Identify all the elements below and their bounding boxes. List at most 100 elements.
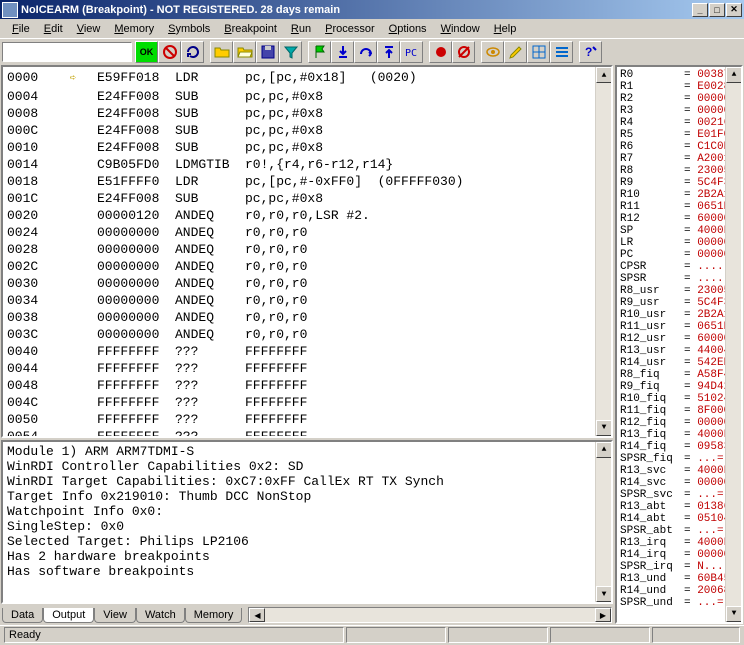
register-row[interactable]: R5= E01FC040 [620,129,738,141]
disasm-row[interactable]: 0048FFFFFFFF???FFFFFFFF [7,377,607,394]
register-row[interactable]: R11_fiq= 8F00C4AA [620,405,738,417]
register-row[interactable]: R7= A20010A0 [620,153,738,165]
help-button[interactable]: ? [579,41,602,63]
run-button[interactable] [308,41,331,63]
disasm-row[interactable]: 0044FFFFFFFF???FFFFFFFF [7,360,607,377]
disasm-row[interactable]: 003800000000ANDEQr0,r0,r0 [7,309,607,326]
filter-button[interactable] [279,41,302,63]
register-row[interactable]: R4= 0021646C [620,117,738,129]
register-row[interactable]: R13_fiq= 4000FFFC [620,429,738,441]
mem-button[interactable] [527,41,550,63]
watch-button[interactable] [481,41,504,63]
register-row[interactable]: SP= 4000FED0 [620,225,738,237]
registers-pane[interactable]: ▲▼ R0= 00387520R1= E0028004R2= 00000000R… [615,65,743,624]
register-row[interactable]: R14_usr= 542ED602 [620,357,738,369]
disasm-row[interactable]: 0018E51FFFF0LDRpc,[pc,#-0xFF0] (0FFFFF03… [7,173,607,190]
register-row[interactable]: R8_fiq= A58F407B [620,369,738,381]
bp-toggle-button[interactable] [429,41,452,63]
register-row[interactable]: R8= 23005168 [620,165,738,177]
output-pane[interactable]: ▲▼ Module 1) ARM ARM7TDMI-SWinRDI Contro… [1,440,613,604]
menu-options[interactable]: Options [383,22,433,36]
disasm-row[interactable]: 002000000120ANDEQr0,r0,r0,LSR #2. [7,207,607,224]
edit-button[interactable] [504,41,527,63]
register-row[interactable]: SPSR_und= ...=....-USR [620,597,738,609]
tab-output[interactable]: Output [43,608,94,623]
disasm-row[interactable]: 002C00000000ANDEQr0,r0,r0 [7,258,607,275]
register-row[interactable]: R9= 5C4F30CA [620,177,738,189]
bp-clear-button[interactable] [452,41,475,63]
menu-run[interactable]: Run [285,22,317,36]
tab-watch[interactable]: Watch [136,608,185,623]
open-button[interactable] [210,41,233,63]
register-row[interactable]: R9_usr= 5C4F30CA [620,297,738,309]
disasm-row[interactable]: 0040FFFFFFFF???FFFFFFFF [7,343,607,360]
scroll-down-button[interactable]: ▼ [596,586,612,602]
menu-file[interactable]: File [6,22,36,36]
maximize-button[interactable]: □ [709,3,725,17]
go-button[interactable]: OK [135,41,158,63]
stop-button[interactable] [158,41,181,63]
register-row[interactable]: R14_und= 20068019 [620,585,738,597]
register-row[interactable]: R12_fiq= 00000064 [620,417,738,429]
register-row[interactable]: R10_usr= 2B2A10B4 [620,309,738,321]
register-row[interactable]: R13_irq= 4000FF98 [620,537,738,549]
scroll-right-button[interactable]: ▶ [595,608,611,622]
register-row[interactable]: SPSR= .........-USR [620,273,738,285]
menu-symbols[interactable]: Symbols [162,22,216,36]
register-row[interactable]: R0= 00387520 [620,69,738,81]
menu-processor[interactable]: Processor [319,22,381,36]
scroll-left-button[interactable]: ◀ [249,608,265,622]
disasm-row[interactable]: 0054FFFFFFFF???FFFFFFFF [7,428,607,438]
scroll-up-button[interactable]: ▲ [596,67,612,83]
reset-button[interactable] [181,41,204,63]
disasm-row[interactable]: 0004E24FF008SUBpc,pc,#0x8 [7,88,607,105]
register-row[interactable]: R8_usr= 23005168 [620,285,738,297]
register-row[interactable]: R13_svc= 4000FED0 [620,465,738,477]
runto-button[interactable]: PC [400,41,423,63]
register-row[interactable]: R12= 60000053 [620,213,738,225]
register-row[interactable]: CPSR= .....-IF.-SVC [620,261,738,273]
disasm-row[interactable]: 000CE24FF008SUBpc,pc,#0x8 [7,122,607,139]
menu-window[interactable]: Window [435,22,486,36]
disasm-row[interactable]: 0014C9B05FD0LDMGTIBr0!,{r4,r6-r12,r14} [7,156,607,173]
register-row[interactable]: R1= E0028004 [620,81,738,93]
register-row[interactable]: R12_usr= 60000053 [620,333,738,345]
hscrollbar[interactable]: ◀▶ [248,607,612,623]
register-row[interactable]: SPSR_fiq= ...=....-USR [620,453,738,465]
register-row[interactable]: PC= 00000000 [620,249,738,261]
register-row[interactable]: R2= 00000000 [620,93,738,105]
regs-button[interactable] [550,41,573,63]
menu-help[interactable]: Help [488,22,523,36]
disasm-row[interactable]: 002800000000ANDEQr0,r0,r0 [7,241,607,258]
register-row[interactable]: R3= 00000000 [620,105,738,117]
menu-breakpoint[interactable]: Breakpoint [218,22,283,36]
open2-button[interactable] [233,41,256,63]
register-row[interactable]: R14_svc= 00000190 [620,477,738,489]
register-row[interactable]: R11_usr= 0651D506 [620,321,738,333]
tab-view[interactable]: View [94,608,136,623]
stepin-button[interactable] [331,41,354,63]
disasm-row[interactable]: 002400000000ANDEQr0,r0,r0 [7,224,607,241]
register-row[interactable]: R6= C1C0B116 [620,141,738,153]
register-row[interactable]: LR= 00000190 [620,237,738,249]
disasm-row[interactable]: 001CE24FF008SUBpc,pc,#0x8 [7,190,607,207]
disasm-row[interactable]: 0008E24FF008SUBpc,pc,#0x8 [7,105,607,122]
tab-memory[interactable]: Memory [185,608,243,623]
disasm-row[interactable]: 003400000000ANDEQr0,r0,r0 [7,292,607,309]
disasm-row[interactable]: 003C00000000ANDEQr0,r0,r0 [7,326,607,343]
save-button[interactable] [256,41,279,63]
register-row[interactable]: SPSR_abt= ...=....-USR [620,525,738,537]
disassembly-pane[interactable]: ▲▼ 0000➪E59FF018LDRpc,[pc,#0x18] (0020)0… [1,65,613,438]
menu-edit[interactable]: Edit [38,22,69,36]
stepover-button[interactable] [354,41,377,63]
register-row[interactable]: R13_usr= 44004565 [620,345,738,357]
register-row[interactable]: SPSR_svc= ...=....-USR [620,489,738,501]
scroll-down-button[interactable]: ▼ [726,606,742,622]
scroll-up-button[interactable]: ▲ [596,442,612,458]
register-row[interactable]: R11= 0651D506 [620,201,738,213]
register-row[interactable]: R13_und= 60B458A0 [620,573,738,585]
register-row[interactable]: R14_fiq= 095832C0 [620,441,738,453]
disasm-row[interactable]: 0010E24FF008SUBpc,pc,#0x8 [7,139,607,156]
tab-data[interactable]: Data [2,608,43,623]
register-row[interactable]: R9_fiq= 94D42613 [620,381,738,393]
